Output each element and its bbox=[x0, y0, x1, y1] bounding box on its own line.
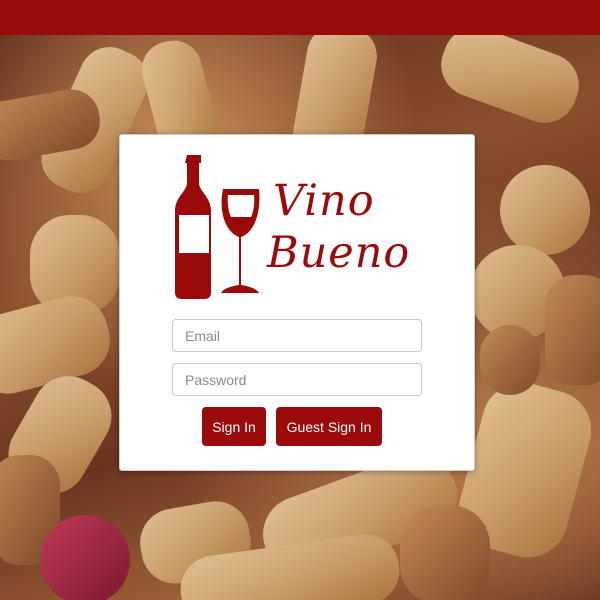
wine-bottle-and-glass-icon bbox=[175, 155, 260, 299]
email-field[interactable] bbox=[172, 319, 422, 352]
vino-bueno-logo: Vino Bueno bbox=[173, 155, 423, 300]
login-card: Vino Bueno Sign In Guest Sign In bbox=[119, 134, 475, 471]
brand-name-line2: Bueno bbox=[267, 228, 411, 278]
brand-name-line1: Vino bbox=[273, 176, 375, 226]
top-brand-bar bbox=[0, 0, 600, 35]
sign-in-button[interactable]: Sign In bbox=[202, 407, 266, 446]
brand-name: Vino Bueno bbox=[267, 175, 410, 279]
password-field[interactable] bbox=[172, 363, 422, 396]
guest-sign-in-button[interactable]: Guest Sign In bbox=[276, 407, 382, 446]
login-page: Vino Bueno Sign In Guest Sign In bbox=[0, 0, 600, 600]
